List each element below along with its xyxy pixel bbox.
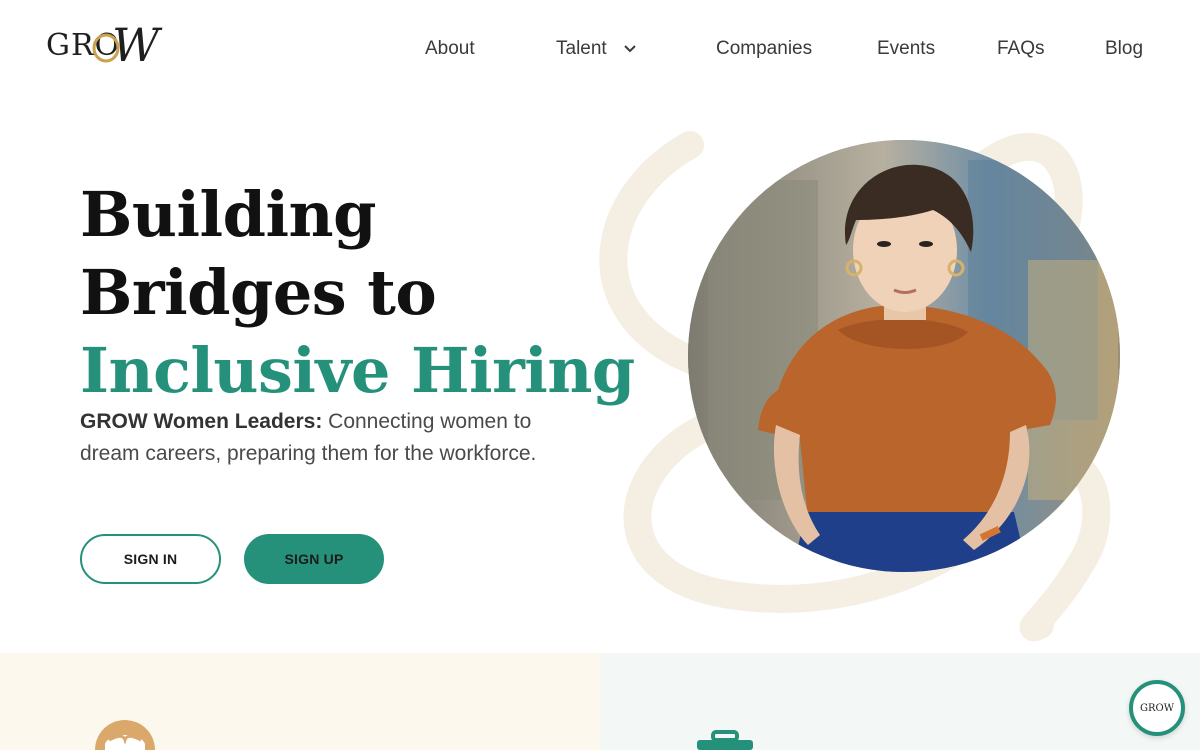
nav-companies[interactable]: Companies	[716, 38, 812, 60]
person-icon	[95, 720, 155, 750]
nav-blog[interactable]: Blog	[1105, 38, 1143, 60]
sign-up-button[interactable]: SIGN UP	[244, 534, 384, 584]
portrait-illustration	[688, 140, 1120, 572]
nav-faqs[interactable]: FAQs	[997, 38, 1045, 60]
briefcase-icon	[697, 730, 753, 750]
main-nav: About Talent Companies Events FAQs Blog	[0, 38, 1200, 64]
sign-in-button[interactable]: SIGN IN	[80, 534, 221, 584]
site-header: GRO W About Talent Companies Events FAQs…	[0, 0, 1200, 100]
hero-title-line2: Bridges to	[80, 256, 437, 329]
hero-title: Building Bridges to Inclusive Hiring	[80, 176, 635, 410]
hero-portrait-photo	[688, 140, 1120, 572]
nav-about[interactable]: About	[425, 38, 475, 60]
companies-panel	[600, 653, 1200, 750]
nav-talent-label: Talent	[556, 38, 607, 59]
hero-desc-bold: GROW Women Leaders:	[80, 410, 323, 433]
chat-widget-logo: GROW	[1140, 702, 1174, 714]
hero-description: GROW Women Leaders: Connecting women to …	[80, 406, 570, 470]
chevron-down-icon	[624, 45, 636, 53]
nav-talent[interactable]: Talent	[556, 38, 636, 60]
talent-panel	[0, 653, 600, 750]
hero-title-accent: Inclusive Hiring	[80, 334, 635, 407]
nav-events[interactable]: Events	[877, 38, 935, 60]
chat-widget-button[interactable]: GROW	[1129, 680, 1185, 736]
hero-title-line1: Building	[80, 178, 376, 251]
